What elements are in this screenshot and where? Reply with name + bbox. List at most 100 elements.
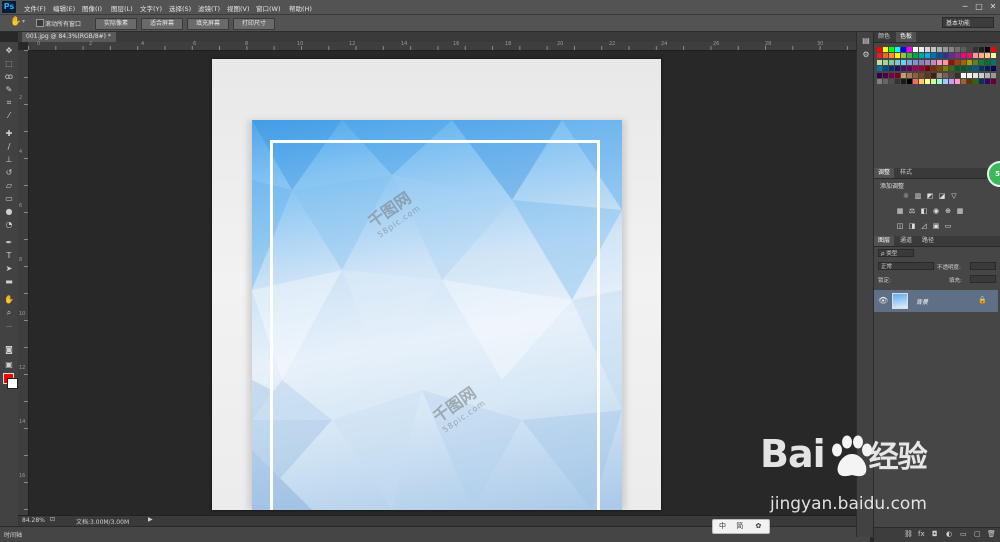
menu-edit[interactable]: 编辑(E) (53, 3, 75, 13)
adjustment-layer-icon[interactable]: ◐ (946, 530, 952, 538)
color-swatch[interactable] (907, 66, 912, 72)
exposure-icon[interactable]: ◪ (938, 192, 946, 200)
ime-mode[interactable]: 简 (736, 522, 743, 530)
color-swatch[interactable] (889, 79, 894, 84)
color-swatch[interactable] (919, 79, 924, 84)
color-swatch[interactable] (901, 66, 906, 72)
menu-file[interactable]: 文件(F) (24, 3, 46, 13)
color-swatch[interactable] (931, 79, 936, 84)
maximize-button[interactable]: □ (972, 0, 986, 14)
color-swatch[interactable] (961, 72, 966, 78)
color-swatch[interactable] (913, 72, 918, 78)
hue-saturation-icon[interactable]: ▦ (896, 207, 904, 215)
tab-channels[interactable]: 通道 (896, 236, 916, 246)
opacity-input[interactable] (970, 262, 996, 270)
color-swatch[interactable] (949, 66, 954, 72)
photo-filter-icon[interactable]: ◉ (932, 207, 940, 215)
menu-help[interactable]: 帮助(H) (289, 3, 312, 13)
color-swatch[interactable] (901, 47, 906, 52)
color-swatch[interactable] (883, 72, 888, 78)
color-swatch[interactable] (991, 53, 996, 59)
color-swatch[interactable] (943, 59, 948, 65)
color-swatch[interactable] (985, 59, 990, 65)
color-swatch[interactable] (937, 72, 942, 78)
color-swatch[interactable] (943, 66, 948, 72)
lasso-tool-icon[interactable]: ꝏ (3, 72, 15, 82)
color-swatch[interactable] (877, 72, 882, 78)
color-swatch[interactable] (979, 72, 984, 78)
gradient-map-icon[interactable]: ▭ (944, 222, 952, 230)
color-swatch[interactable] (949, 59, 954, 65)
status-menu-arrow-icon[interactable]: ▶ (148, 516, 153, 523)
color-swatch[interactable] (973, 79, 978, 84)
menu-window[interactable]: 窗口(W) (256, 3, 281, 13)
healing-brush-tool-icon[interactable]: ✚ (3, 129, 15, 139)
timeline-tab[interactable]: 时间轴 (4, 530, 22, 539)
color-swatch[interactable] (985, 66, 990, 72)
menu-filter[interactable]: 滤镜(T) (198, 3, 220, 13)
add-mask-icon[interactable]: ◘ (932, 530, 938, 538)
blur-tool-icon[interactable]: ● (3, 207, 15, 217)
color-swatch[interactable] (919, 59, 924, 65)
tab-swatches[interactable]: 色板 (896, 32, 917, 42)
color-swatch[interactable] (979, 59, 984, 65)
color-swatch[interactable] (961, 53, 966, 59)
shape-tool-icon[interactable]: ▬ (3, 277, 15, 287)
color-swatch[interactable] (979, 47, 984, 52)
fill-screen-button[interactable]: 填充屏幕 (187, 18, 229, 30)
crop-tool-icon[interactable]: ⌗ (3, 98, 15, 108)
color-swatch[interactable] (877, 53, 882, 59)
color-swatch[interactable] (967, 47, 972, 52)
posterize-icon[interactable]: ◨ (908, 222, 916, 230)
color-swatch[interactable] (961, 59, 966, 65)
color-swatch[interactable] (967, 53, 972, 59)
color-swatch[interactable] (949, 72, 954, 78)
color-swatch[interactable] (955, 79, 960, 84)
color-swatch[interactable] (979, 79, 984, 84)
color-swatch[interactable] (919, 53, 924, 59)
properties-panel-icon[interactable]: ⚙ (860, 50, 872, 60)
color-swatch[interactable] (955, 72, 960, 78)
fit-screen-button[interactable]: 适合屏幕 (141, 18, 183, 30)
color-swatch[interactable] (877, 59, 882, 65)
ime-settings-icon[interactable]: ✿ (755, 522, 761, 530)
color-swatch[interactable] (949, 47, 954, 52)
color-swatch[interactable] (925, 59, 930, 65)
color-balance-icon[interactable]: ⚖ (908, 207, 916, 215)
quick-mask-icon[interactable]: ◙ (3, 345, 15, 355)
color-swatch[interactable] (931, 59, 936, 65)
threshold-icon[interactable]: ◿ (920, 222, 928, 230)
color-swatch[interactable] (943, 72, 948, 78)
marquee-tool-icon[interactable]: ⬚ (3, 59, 15, 69)
color-swatch[interactable] (901, 59, 906, 65)
layer-style-icon[interactable]: fx (918, 530, 925, 538)
color-swatch[interactable] (907, 72, 912, 78)
actual-pixels-button[interactable]: 实际像素 (95, 18, 137, 30)
new-layer-icon[interactable]: ▢ (974, 530, 981, 538)
gradient-tool-icon[interactable]: ▭ (3, 194, 15, 204)
color-swatch[interactable] (955, 59, 960, 65)
color-swatch[interactable] (913, 66, 918, 72)
color-swatch[interactable] (937, 53, 942, 59)
color-swatch[interactable] (949, 79, 954, 84)
color-swatch[interactable] (961, 66, 966, 72)
chevron-down-icon[interactable]: ▾ (22, 18, 25, 25)
color-swatch[interactable] (901, 53, 906, 59)
menu-image[interactable]: 图像(I) (82, 3, 102, 13)
color-swatch[interactable] (889, 59, 894, 65)
color-swatch[interactable] (883, 66, 888, 72)
color-swatch[interactable] (895, 59, 900, 65)
print-size-button[interactable]: 打印尺寸 (233, 18, 275, 30)
layer-name[interactable]: 背景 (916, 297, 928, 306)
color-swatch[interactable] (889, 72, 894, 78)
eyedropper-tool-icon[interactable]: ⁄ (3, 111, 15, 121)
tab-color[interactable]: 颜色 (874, 32, 894, 42)
clone-stamp-tool-icon[interactable]: ⊥ (3, 155, 15, 165)
color-swatch[interactable] (907, 53, 912, 59)
color-swatch[interactable] (991, 72, 996, 78)
color-swatch[interactable] (991, 79, 996, 84)
color-swatch[interactable] (973, 53, 978, 59)
curves-icon[interactable]: ◩ (926, 192, 934, 200)
hand-tool-icon[interactable]: ✋ (10, 17, 21, 27)
color-swatch[interactable] (961, 47, 966, 52)
